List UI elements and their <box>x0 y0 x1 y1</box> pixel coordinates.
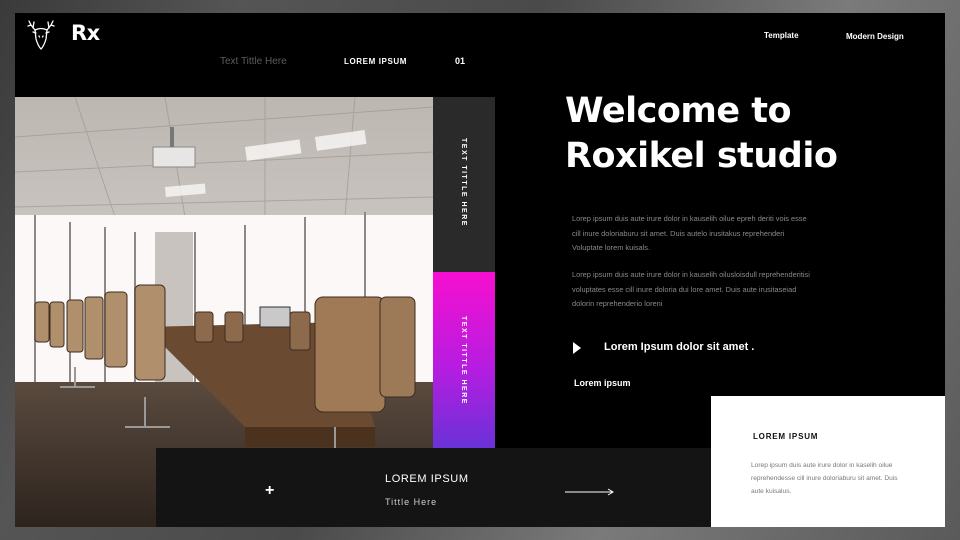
card-text: Lorep ipsum duis aute irure dolor in kas… <box>751 462 898 495</box>
bottom-bar-title: LOREM IPSUM <box>385 473 469 485</box>
paragraph-2: Lorep ipsum duis aute irure dolor in kau… <box>572 270 810 308</box>
strip-label-top: TEXT TITTLE HERE <box>460 138 467 227</box>
nav-template[interactable]: Template <box>764 31 799 40</box>
sub-label: LOREM IPSUM <box>344 57 408 66</box>
headline-line-2: Roxikel studio <box>565 136 838 176</box>
nav-modern-design[interactable]: Modern Design <box>846 32 904 41</box>
bottom-bar-subtitle: Tittle Here <box>385 497 438 507</box>
strip-label-bottom: TEXT TITTLE HERE <box>460 316 467 405</box>
deer-head-icon <box>27 20 55 50</box>
info-card: LOREM IPSUM Lorep ipsum duis aute irure … <box>711 396 945 527</box>
page-number: 01 <box>455 56 466 66</box>
arrow-right-icon[interactable] <box>565 487 615 497</box>
slide: Rx Template Modern Design Text Tittle He… <box>15 13 945 527</box>
paragraph-1: Lorep ipsum duis aute irure dolor in kau… <box>572 214 807 252</box>
headline-line-1: Welcome to <box>565 91 792 131</box>
bullet-text: Lorem Ipsum dolor sit amet . <box>604 341 755 353</box>
bottom-bar <box>156 448 711 527</box>
headline: Welcome to Roxikel studio <box>565 89 838 179</box>
card-title: LOREM IPSUM <box>753 432 819 441</box>
brand-name: Rx <box>71 21 100 45</box>
play-triangle-icon <box>573 342 581 354</box>
sub-title: Text Tittle Here <box>220 56 287 67</box>
small-label: Lorem ipsum <box>574 378 631 388</box>
plus-icon[interactable]: + <box>265 482 274 500</box>
